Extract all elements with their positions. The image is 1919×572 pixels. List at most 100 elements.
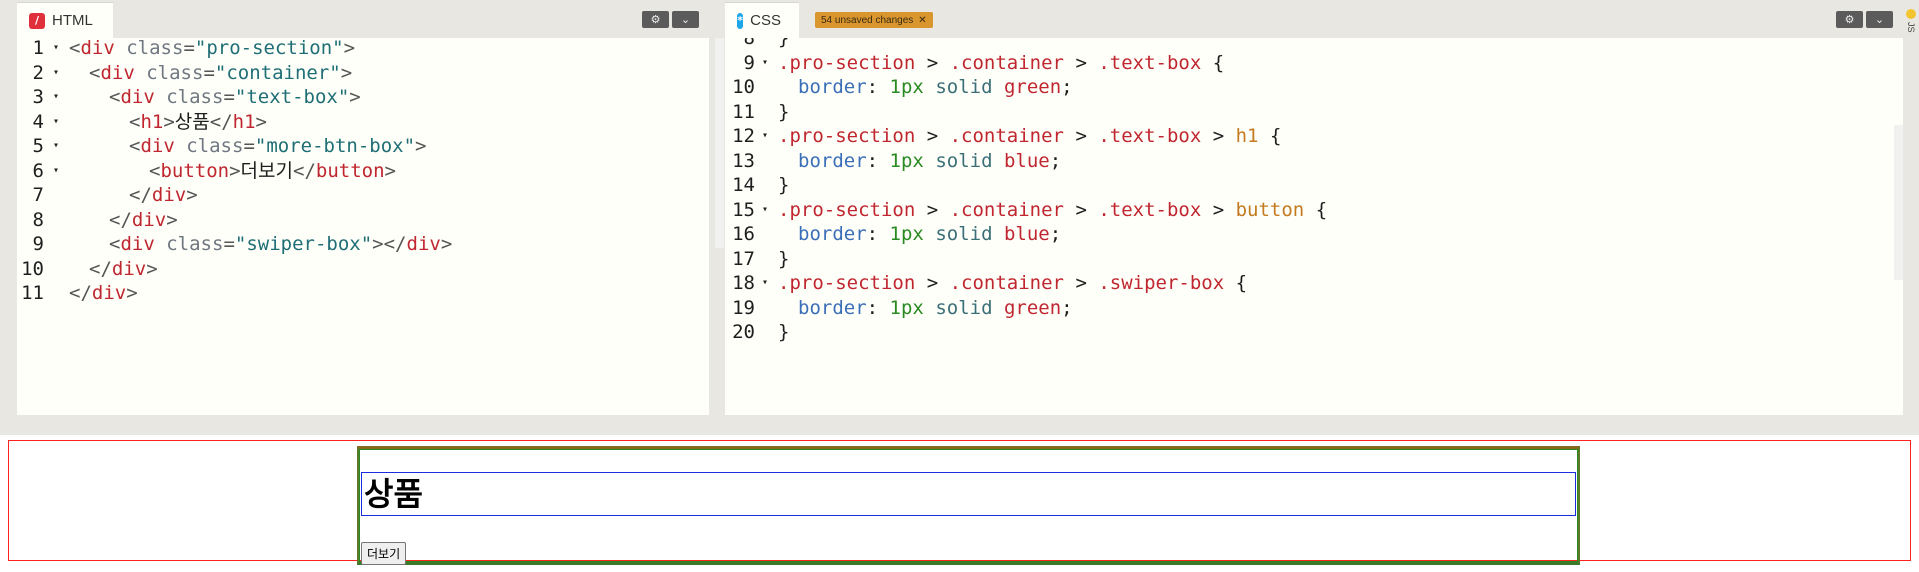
code-token: .text-box bbox=[1098, 198, 1202, 221]
code-token: </ bbox=[109, 208, 132, 231]
code-token: < bbox=[129, 110, 141, 133]
code-token: div bbox=[120, 233, 155, 255]
css-pane-controls: ⚙ ⌄ bbox=[1836, 11, 1893, 28]
code-token: > bbox=[1064, 272, 1099, 294]
code-token: "swiper-box" bbox=[234, 233, 373, 255]
close-icon[interactable]: ✕ bbox=[918, 15, 926, 26]
code-token: > bbox=[255, 110, 267, 133]
chevron-down-icon[interactable]: ⌄ bbox=[672, 11, 699, 28]
code-token: 1px bbox=[889, 76, 924, 98]
slash-icon: / bbox=[29, 12, 45, 29]
tab-css[interactable]: * CSS bbox=[725, 2, 799, 38]
code-token: 1px bbox=[889, 296, 924, 319]
code-token: div bbox=[151, 184, 187, 206]
code-token: .text-box bbox=[1098, 51, 1202, 74]
code-token: > bbox=[166, 208, 178, 231]
gear-icon[interactable]: ⚙ bbox=[1836, 11, 1863, 28]
code-token: green bbox=[1003, 76, 1062, 98]
code-token: } bbox=[778, 100, 790, 123]
code-line[interactable]: 11 </div> bbox=[17, 278, 709, 308]
code-token: .text-box bbox=[1098, 125, 1202, 147]
js-pane-label: JS bbox=[1906, 22, 1916, 33]
gear-icon[interactable]: ⚙ bbox=[642, 11, 669, 28]
code-token: < bbox=[129, 135, 141, 157]
code-token: > bbox=[1064, 51, 1099, 74]
more-button[interactable]: 더보기 bbox=[361, 542, 407, 565]
code-token: button bbox=[315, 159, 385, 182]
code-token: </ bbox=[89, 257, 112, 280]
code-token: > bbox=[349, 86, 361, 108]
code-token: h1 bbox=[1235, 125, 1259, 147]
code-token: > bbox=[1064, 198, 1099, 221]
code-token: class bbox=[146, 61, 204, 84]
code-text: } bbox=[778, 317, 789, 347]
css-pane-header: * CSS 54 unsaved changes ✕ ⚙ ⌄ bbox=[717, 0, 1903, 38]
code-token: : bbox=[866, 76, 890, 98]
code-token: { bbox=[1224, 272, 1248, 294]
code-token: green bbox=[1003, 296, 1062, 319]
html-code-area[interactable]: 1 ▾ <div class="pro-section"> 2 ▾ <div class=… bbox=[17, 38, 709, 415]
html-editor-pane[interactable]: / HTML ⚙ ⌄ 1 ▾ <div class="pro-section"> 2 ▾… bbox=[0, 0, 724, 415]
code-token: button bbox=[1235, 198, 1305, 221]
code-token: ; bbox=[1061, 296, 1073, 319]
code-token: .swiper-box bbox=[1098, 272, 1225, 294]
code-token: } bbox=[778, 174, 790, 196]
unsaved-changes-badge[interactable]: 54 unsaved changes ✕ bbox=[815, 12, 933, 28]
tab-html-label: HTML bbox=[52, 12, 93, 29]
code-token: : bbox=[866, 296, 890, 319]
code-token: = bbox=[243, 135, 255, 157]
code-token: } bbox=[778, 321, 790, 343]
code-token: "more-btn-box" bbox=[254, 135, 416, 157]
code-token: 1px bbox=[889, 149, 924, 172]
pane-resize-handle[interactable] bbox=[0, 415, 1919, 435]
code-token: < bbox=[109, 86, 121, 108]
js-collapsed-pane[interactable]: JS bbox=[1903, 0, 1919, 415]
code-token: > bbox=[384, 159, 396, 182]
code-token: = bbox=[183, 38, 195, 59]
code-token: > bbox=[440, 233, 453, 255]
code-token: </ bbox=[293, 159, 316, 182]
preview-more-btn-box: 더보기 bbox=[361, 542, 407, 565]
code-token: div bbox=[406, 233, 441, 255]
code-token: solid bbox=[935, 296, 993, 319]
code-token: button bbox=[160, 159, 230, 182]
code-line[interactable]: 20} bbox=[725, 317, 1903, 347]
css-editor-pane[interactable]: * CSS 54 unsaved changes ✕ ⚙ ⌄ 8} 9 ▾ .pro-… bbox=[717, 0, 1903, 415]
preview-heading: 상품 bbox=[361, 472, 1576, 516]
asterisk-icon: * bbox=[737, 12, 744, 29]
code-token: solid bbox=[935, 223, 993, 245]
code-token: ; bbox=[1061, 76, 1073, 98]
tab-css-label: CSS bbox=[750, 12, 781, 29]
code-token: .pro-section bbox=[778, 272, 916, 294]
code-token: border bbox=[798, 223, 867, 245]
code-token: > bbox=[186, 184, 198, 206]
code-token: </ bbox=[209, 110, 233, 133]
code-token: = bbox=[223, 233, 235, 255]
code-token: } bbox=[778, 247, 790, 270]
code-token: .container bbox=[949, 272, 1064, 294]
css-code-area[interactable]: 8} 9 ▾ .pro-section > .container > .text-bo… bbox=[725, 38, 1903, 415]
html-scrollbar[interactable] bbox=[715, 38, 724, 248]
code-token: > bbox=[340, 61, 353, 84]
code-token: > bbox=[915, 272, 950, 294]
code-token: class bbox=[166, 86, 224, 108]
code-token: "pro-section" bbox=[194, 38, 344, 59]
code-token: div bbox=[100, 61, 135, 84]
code-token: div bbox=[91, 282, 127, 304]
code-token: solid bbox=[935, 76, 993, 98]
code-token: > bbox=[915, 198, 950, 221]
chevron-down-icon[interactable]: ⌄ bbox=[1866, 11, 1893, 28]
code-token: ; bbox=[1049, 149, 1062, 172]
preview-area: 상품 더보기 bbox=[0, 435, 1919, 572]
tab-html[interactable]: / HTML bbox=[17, 2, 113, 38]
code-token: { bbox=[1201, 51, 1225, 74]
code-token: > bbox=[1201, 198, 1236, 221]
css-scrollbar[interactable] bbox=[1894, 125, 1903, 280]
